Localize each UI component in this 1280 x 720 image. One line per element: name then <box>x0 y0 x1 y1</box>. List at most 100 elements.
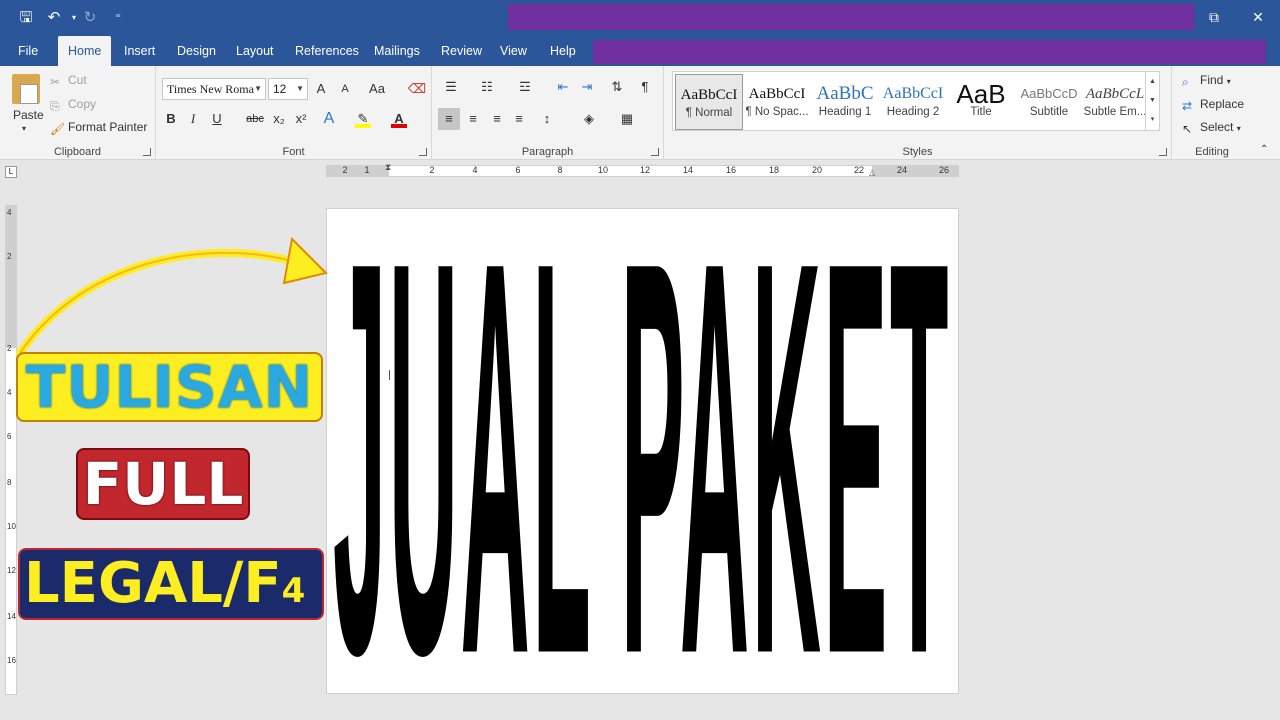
style-heading-2[interactable]: AaBbCcI Heading 2 <box>879 74 947 130</box>
paragraph-launcher-icon[interactable] <box>651 148 659 156</box>
ruler-number: 6 <box>515 165 521 175</box>
style-name: Subtitle <box>1029 106 1069 118</box>
style-normal[interactable]: AaBbCcI ¶ Normal <box>675 74 743 130</box>
collapse-ribbon-icon[interactable]: ⌃ <box>1260 144 1268 155</box>
font-size-select[interactable]: 12 ▼ <box>268 78 308 100</box>
scroll-down-icon[interactable]: ▼ <box>1146 91 1159 110</box>
indent-marker-icon[interactable]: ⧗ <box>385 162 391 173</box>
replace-label: Replace <box>1200 97 1245 111</box>
bullets-icon[interactable]: ☰ <box>440 76 462 98</box>
tab-design[interactable]: Design <box>167 36 226 66</box>
tab-home[interactable]: Home <box>58 36 112 66</box>
paste-dropdown-icon[interactable]: ▾ <box>22 124 26 133</box>
line-spacing-icon[interactable]: ↕ <box>536 108 558 130</box>
style-subtle-emphasis[interactable]: AaBbCcL Subtle Em... <box>1081 74 1149 130</box>
editing-group: ⌕ Find ▾ ⇄ Replace ↖ Select ▾ Editing <box>1172 66 1252 160</box>
justify-icon[interactable]: ≡ <box>508 108 530 130</box>
tab-file[interactable]: File <box>8 36 48 66</box>
styles-gallery-scroll[interactable]: ▲ ▼ ▾ <box>1145 72 1159 130</box>
grow-font-button[interactable]: A <box>310 78 332 100</box>
ruler-number: 8 <box>7 478 12 487</box>
tab-help[interactable]: Help <box>540 36 586 66</box>
ruler-number: 10 <box>597 165 609 175</box>
show-formatting-button[interactable]: ¶ <box>634 76 656 98</box>
style-name: Subtle Em... <box>1083 106 1147 118</box>
tab-mailings[interactable]: Mailings <box>364 36 430 66</box>
ruler-number: 1 <box>364 165 370 175</box>
borders-icon[interactable]: ▦ <box>616 108 638 130</box>
document-page[interactable]: JUAL PAKET DATA <box>326 208 959 694</box>
ruler-row: L 2 1 2 4 6 8 10 12 14 16 18 20 22 24 26… <box>0 160 1280 182</box>
align-left-icon[interactable]: ≡ <box>438 108 460 130</box>
text-effects-button[interactable]: A <box>318 108 340 130</box>
font-color-button[interactable]: A <box>388 108 410 130</box>
style-no-spacing[interactable]: AaBbCcI ¶ No Spac... <box>743 74 811 130</box>
strikethrough-button[interactable]: abc <box>242 108 268 130</box>
style-title[interactable]: AaB Title <box>947 74 1015 130</box>
align-center-icon[interactable]: ≡ <box>462 108 484 130</box>
sort-icon[interactable]: ⇅ <box>606 76 628 98</box>
style-name: Heading 2 <box>886 106 940 118</box>
find-label: Find <box>1200 73 1224 87</box>
font-label: Font <box>282 146 305 158</box>
chevron-down-icon: ▼ <box>296 84 304 93</box>
find-button[interactable]: ⌕ Find ▾ <box>1182 73 1231 89</box>
paste-icon[interactable] <box>12 74 40 104</box>
replace-button[interactable]: ⇄ Replace <box>1182 97 1244 113</box>
font-family-select[interactable]: Times New Roma ▼ <box>162 78 266 100</box>
superscript-button[interactable]: x² <box>290 108 312 130</box>
shrink-font-button[interactable]: A <box>334 78 356 100</box>
font-launcher-icon[interactable] <box>419 148 427 156</box>
save-icon[interactable]: 🖫 <box>16 8 36 28</box>
cut-label: Cut <box>68 73 87 87</box>
undo-icon[interactable]: ↶ <box>44 8 64 28</box>
cut-button[interactable]: ✂ Cut <box>50 73 87 89</box>
highlight-button[interactable]: ✎ <box>352 108 374 130</box>
select-button[interactable]: ↖ Select ▾ <box>1182 120 1241 136</box>
chevron-down-icon: ▼ <box>254 84 262 93</box>
horizontal-ruler[interactable]: 2 1 2 4 6 8 10 12 14 16 18 20 22 24 26 ⧗… <box>326 162 959 177</box>
highlight-color-swatch <box>355 124 371 128</box>
change-case-button[interactable]: Aa <box>362 78 392 100</box>
restore-window-button[interactable]: ⧉ <box>1201 6 1227 28</box>
right-indent-icon[interactable]: △ <box>869 168 875 177</box>
copy-button[interactable]: ⎘ Copy <box>50 97 96 113</box>
tab-review[interactable]: Review <box>431 36 492 66</box>
shading-icon[interactable]: ◈ <box>578 108 600 130</box>
italic-button[interactable]: I <box>182 108 204 130</box>
redo-icon[interactable]: ↻ <box>80 8 100 28</box>
paragraph-label: Paragraph <box>521 146 574 158</box>
tab-view[interactable]: View <box>490 36 537 66</box>
tab-layout[interactable]: Layout <box>226 36 284 66</box>
numbering-icon[interactable]: ☷ <box>476 76 498 98</box>
tab-insert[interactable]: Insert <box>114 36 165 66</box>
close-window-button[interactable]: ✕ <box>1245 6 1271 28</box>
format-painter-button[interactable]: 🖌 Format Painter <box>50 120 147 136</box>
style-heading-1[interactable]: AaBbC Heading 1 <box>811 74 879 130</box>
purple-banner-top <box>508 4 1194 30</box>
customize-qat-icon[interactable]: ⁼ <box>108 8 128 28</box>
align-right-icon[interactable]: ≡ <box>486 108 508 130</box>
arrow-icon <box>16 236 328 357</box>
overlay-label-legal: LEGAL/F4 <box>18 548 324 620</box>
multilevel-list-icon[interactable]: ☲ <box>514 76 536 98</box>
paste-button[interactable]: Paste <box>13 108 44 122</box>
tab-selector[interactable]: L <box>5 166 17 178</box>
subscript-button[interactable]: x₂ <box>268 108 290 130</box>
ruler-number: 18 <box>768 165 780 175</box>
decrease-indent-icon[interactable]: ⇤ <box>552 76 574 98</box>
clear-formatting-icon[interactable]: ⌫ <box>406 78 428 100</box>
clipboard-launcher-icon[interactable] <box>143 148 151 156</box>
document-text[interactable]: JUAL PAKET DATA <box>333 209 958 693</box>
underline-button[interactable]: U <box>206 108 228 130</box>
font-family-value: Times New Roma <box>167 82 254 96</box>
style-subtitle[interactable]: AaBbCcD Subtitle <box>1015 74 1083 130</box>
increase-indent-icon[interactable]: ⇥ <box>576 76 598 98</box>
more-styles-icon[interactable]: ▾ <box>1146 110 1159 129</box>
styles-launcher-icon[interactable] <box>1159 148 1167 156</box>
style-name: Title <box>970 106 992 118</box>
scroll-up-icon[interactable]: ▲ <box>1146 72 1159 91</box>
tab-references[interactable]: References <box>285 36 369 66</box>
ruler-number: 10 <box>7 522 16 531</box>
bold-button[interactable]: B <box>160 108 182 130</box>
